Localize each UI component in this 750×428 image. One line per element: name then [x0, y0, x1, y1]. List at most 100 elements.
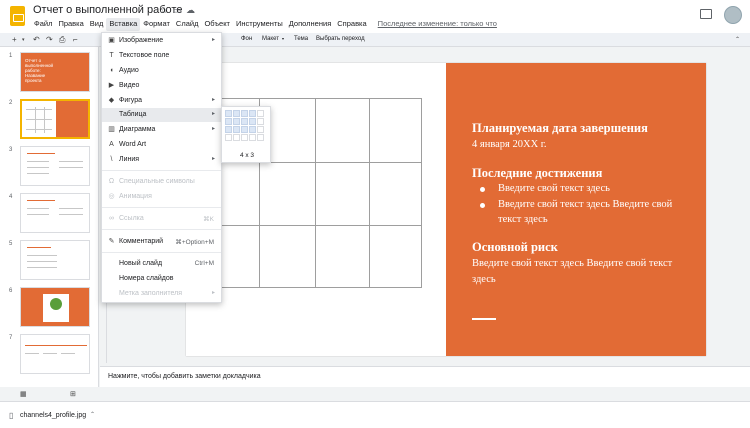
menu-item-shape[interactable]: ◆ Фигура ▸ [102, 94, 221, 108]
chevron-down-icon[interactable]: ▾ [22, 35, 25, 45]
collapse-toolbar-icon[interactable]: ⌃ [735, 35, 740, 45]
menu-view[interactable]: Вид [87, 18, 107, 31]
avatar[interactable] [724, 6, 742, 24]
slide-thumbnail-4[interactable] [20, 193, 90, 233]
menu-item-slide-numbers[interactable]: Номера слайдов [102, 272, 221, 286]
submenu-arrow-icon: ▸ [211, 290, 215, 296]
app-header: Отчет о выполненной работе ☆ ▭ ☁ Файл Пр… [0, 0, 750, 33]
menu-item-comment[interactable]: ✎ Комментарий ⌘+Option+M [102, 235, 221, 249]
notes-placeholder[interactable]: Нажмите, чтобы добавить заметки докладчи… [108, 373, 261, 380]
menu-file[interactable]: Файл [31, 18, 55, 31]
download-file-name[interactable]: channels4_profile.jpg [20, 412, 86, 419]
star-icon[interactable]: ☆ [160, 5, 168, 16]
layout-chevron-icon[interactable]: ▾ [282, 36, 284, 41]
menu-separator [102, 252, 221, 253]
undo-icon[interactable]: ↶ [33, 35, 40, 45]
menu-item-text-box[interactable]: T Текстовое поле [102, 49, 221, 63]
menu-item-image[interactable]: ▣ Изображение ▸ [102, 34, 221, 48]
cloud-saved-icon: ☁ [186, 5, 195, 15]
menu-item-placeholder[interactable]: Метка заполнителя ▸ [102, 287, 221, 301]
slide-thumbnail-3[interactable] [20, 146, 90, 186]
layout-button[interactable]: Макет [262, 36, 279, 42]
menu-item-label: Номера слайдов [119, 275, 174, 282]
menu-item-label: Изображение [119, 37, 164, 44]
picker-cell[interactable] [249, 118, 256, 125]
picker-cell[interactable] [249, 110, 256, 117]
thumbnail-line [59, 167, 83, 168]
submenu-arrow-icon: ▸ [211, 156, 215, 162]
print-icon[interactable]: ⎙ [59, 35, 65, 45]
submenu-arrow-icon: ▸ [211, 126, 215, 132]
menu-item-line[interactable]: \ Линия ▸ [102, 153, 221, 167]
filmstrip-view-icon[interactable]: ▦ [20, 390, 27, 398]
slide-thumbnail-1[interactable]: Отчет о выполненной работе: Название про… [20, 52, 90, 92]
picker-cell[interactable] [233, 118, 240, 125]
transition-button[interactable]: Выбрать переход [316, 36, 365, 42]
picker-cell[interactable] [233, 134, 240, 141]
thumbnail-title: Отчет о выполненной работе: Название про… [25, 58, 54, 83]
downloads-bar: ▯ channels4_profile.jpg ⌃ [0, 401, 750, 428]
paint-format-icon[interactable]: ⌐ [73, 35, 78, 45]
comments-icon[interactable] [700, 9, 712, 19]
last-edit-link[interactable]: Последнее изменение: только что [378, 18, 497, 31]
picker-cell[interactable] [249, 126, 256, 133]
menu-help[interactable]: Справка [334, 18, 369, 31]
grid-view-icon[interactable]: ⊞ [70, 390, 76, 398]
thumbnail-line [61, 353, 75, 354]
slide-thumbnail-5[interactable] [20, 240, 90, 280]
slides-logo-icon[interactable] [10, 6, 25, 26]
picker-cell[interactable] [225, 110, 232, 117]
menu-item-animation[interactable]: ◎ Анимация [102, 190, 221, 204]
slide-thumbnail-6[interactable] [20, 287, 90, 327]
menu-format[interactable]: Формат [140, 18, 173, 31]
risk-text-continued: здесь [472, 274, 496, 285]
menu-bar: Файл Правка Вид Вставка Формат Слайд Объ… [31, 18, 497, 31]
menu-slide[interactable]: Слайд [173, 18, 202, 31]
picker-cell[interactable] [233, 126, 240, 133]
picker-cell[interactable] [241, 118, 248, 125]
picker-cell[interactable] [233, 110, 240, 117]
menu-tools[interactable]: Инструменты [233, 18, 286, 31]
menu-object[interactable]: Объект [201, 18, 233, 31]
picker-cell[interactable] [257, 134, 264, 141]
table-size-picker[interactable]: 4 x 3 [221, 106, 271, 163]
picker-cell[interactable] [241, 110, 248, 117]
slide-thumbnail-2[interactable] [20, 99, 90, 139]
picker-cell[interactable] [249, 134, 256, 141]
menu-edit[interactable]: Правка [55, 18, 86, 31]
file-icon: ▯ [9, 411, 14, 420]
picker-cell[interactable] [257, 118, 264, 125]
theme-button[interactable]: Тема [294, 36, 308, 42]
menu-addons[interactable]: Дополнения [286, 18, 334, 31]
menu-item-new-slide[interactable]: Новый слайд Ctrl+M [102, 257, 221, 271]
thumbnail-line [25, 345, 87, 346]
menu-item-label: Метка заполнителя [119, 290, 182, 297]
menu-item-chart[interactable]: ▥ Диаграмма ▸ [102, 123, 221, 137]
achievement-bullet: Введите свой текст здесь Введите свой [498, 199, 673, 210]
redo-icon[interactable]: ↷ [46, 35, 53, 45]
menu-item-link[interactable]: ∞ Ссылка ⌘K [102, 212, 221, 226]
picker-cell[interactable] [257, 126, 264, 133]
thumbnail-line [27, 173, 49, 174]
link-icon: ∞ [109, 215, 114, 222]
info-panel[interactable]: Планируемая дата завершения 4 января 20X… [446, 63, 706, 356]
background-button[interactable]: Фон [241, 36, 252, 42]
speaker-notes[interactable]: Нажмите, чтобы добавить заметки докладчи… [100, 366, 750, 387]
picker-cell[interactable] [225, 118, 232, 125]
picker-cell[interactable] [241, 126, 248, 133]
menu-item-audio[interactable]: ◖ Аудио [102, 64, 221, 78]
slide-thumbnail-7[interactable] [20, 334, 90, 374]
folder-icon[interactable]: ▭ [173, 5, 182, 16]
chevron-up-icon[interactable]: ⌃ [90, 411, 95, 418]
menu-item-word-art[interactable]: A Word Art [102, 138, 221, 152]
new-slide-icon[interactable]: + [12, 35, 17, 45]
picker-cell[interactable] [257, 110, 264, 117]
menu-insert[interactable]: Вставка [106, 18, 141, 31]
slide-number: 1 [9, 53, 13, 59]
menu-item-table[interactable]: Таблица ▸ [102, 108, 221, 122]
picker-cell[interactable] [225, 126, 232, 133]
picker-cell[interactable] [241, 134, 248, 141]
menu-item-special-characters[interactable]: Ω Специальные символы [102, 175, 221, 189]
menu-item-video[interactable]: ▶ Видео [102, 79, 221, 93]
picker-cell[interactable] [225, 134, 232, 141]
